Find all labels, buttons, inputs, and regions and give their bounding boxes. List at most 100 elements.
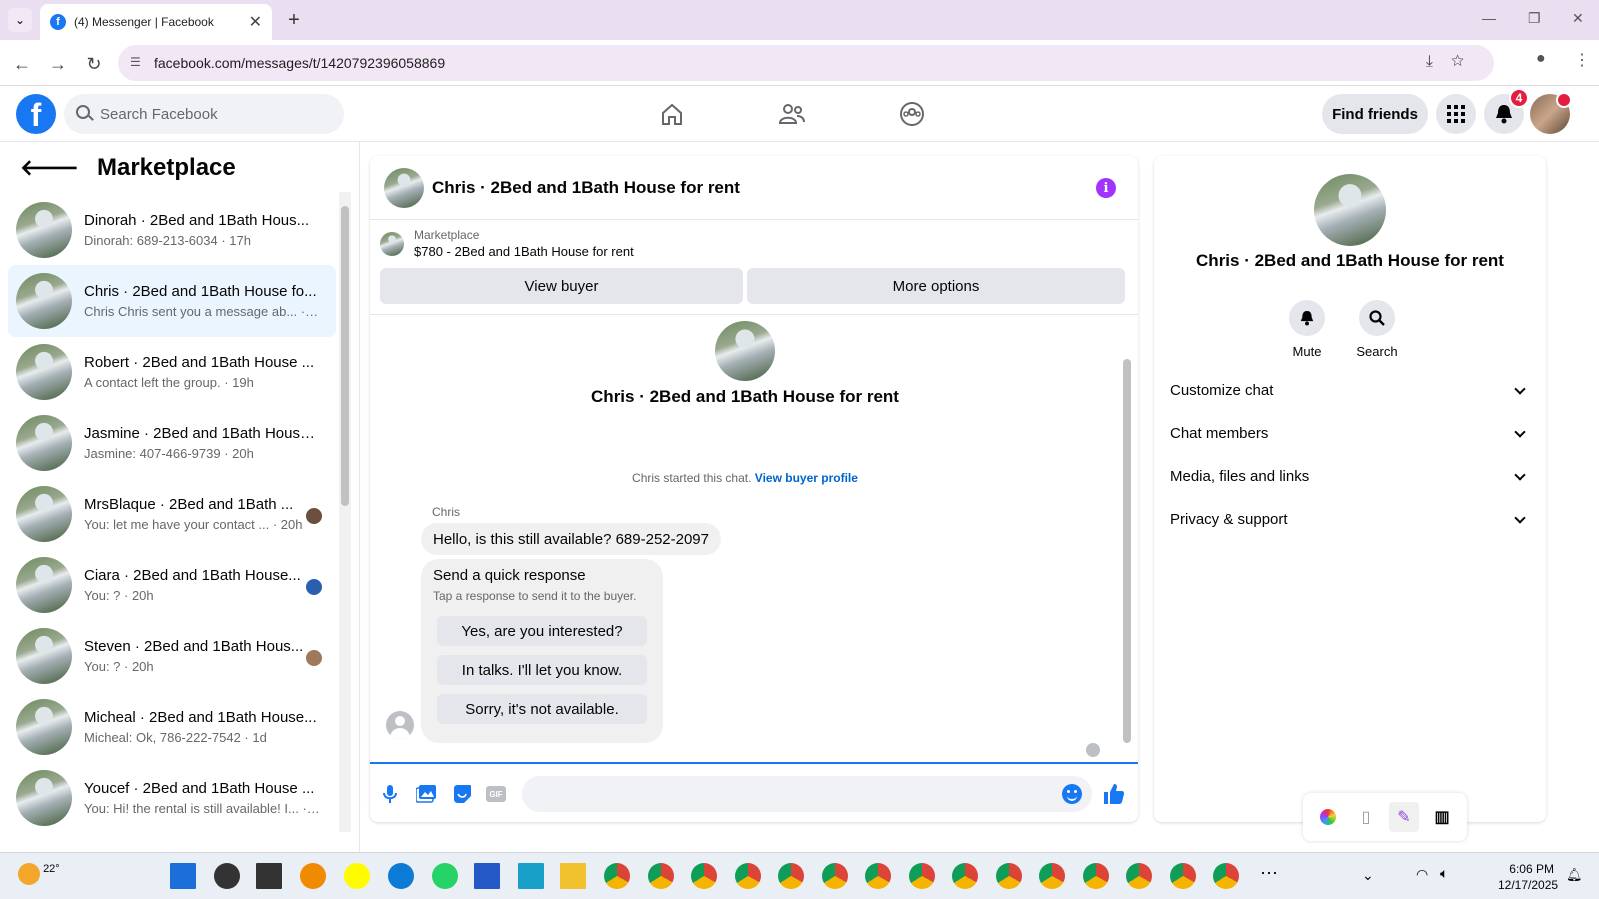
chrome-icon[interactable] xyxy=(952,863,978,889)
whatsapp-icon[interactable] xyxy=(432,863,458,889)
vlc-icon[interactable] xyxy=(300,863,326,889)
minimize-icon[interactable]: — xyxy=(1482,10,1496,26)
photo-icon[interactable] xyxy=(414,782,438,806)
forward-icon[interactable]: → xyxy=(46,52,70,76)
chrome-icon[interactable] xyxy=(1213,863,1239,889)
friends-icon[interactable] xyxy=(776,98,808,130)
quick-response-subtitle: Tap a response to send it to the buyer. xyxy=(433,589,637,603)
search-chat-button[interactable]: Search xyxy=(1342,300,1412,359)
snapchat-icon[interactable] xyxy=(344,863,370,889)
pen-icon[interactable]: ✎ xyxy=(1389,802,1419,832)
quick-reply-button[interactable]: In talks. I'll let you know. xyxy=(437,655,647,685)
file-explorer-icon[interactable] xyxy=(560,863,586,889)
chrome-icon[interactable] xyxy=(734,863,761,889)
conversation-item[interactable]: Ciara · 2Bed and 1Bath House... You: ? · … xyxy=(8,549,336,621)
home-icon[interactable] xyxy=(656,98,688,130)
facebook-logo-icon[interactable]: f xyxy=(16,94,56,134)
view-buyer-button[interactable]: View buyer xyxy=(380,268,743,304)
store-icon[interactable] xyxy=(474,863,500,889)
restore-icon[interactable]: ❐ xyxy=(1528,10,1541,27)
volume-icon[interactable]: 🔈︎ xyxy=(1440,865,1448,882)
thumbs-up-icon[interactable] xyxy=(1102,782,1126,806)
chat-members-section[interactable]: Chat members xyxy=(1170,425,1530,442)
back-arrow-icon[interactable]: 🡐 xyxy=(20,155,79,181)
kebab-menu-icon[interactable]: ⋮ xyxy=(1574,50,1590,70)
find-friends-button[interactable]: Find friends xyxy=(1322,94,1428,134)
chrome-icon[interactable] xyxy=(995,863,1022,889)
conversation-item[interactable]: Chris · 2Bed and 1Bath House fo... Chris … xyxy=(8,265,336,337)
chrome-icon[interactable] xyxy=(691,863,717,889)
more-apps-icon[interactable]: ⋯ xyxy=(1256,863,1282,889)
back-icon[interactable]: ← xyxy=(10,52,34,76)
system-clock[interactable]: 6:06 PM 12/17/2025 xyxy=(1498,861,1558,893)
site-info-icon[interactable]: ☰ xyxy=(130,55,141,69)
conversation-item[interactable]: Micheal · 2Bed and 1Bath House... Micheal… xyxy=(8,691,336,763)
emoji-icon[interactable] xyxy=(1062,784,1082,804)
bookmark-star-icon[interactable]: ☆ xyxy=(1451,53,1482,70)
task-view-icon[interactable] xyxy=(256,863,282,889)
chrome-icon[interactable] xyxy=(1126,863,1152,889)
chrome-icon[interactable] xyxy=(821,863,848,889)
message-input[interactable] xyxy=(522,776,1092,812)
customize-chat-section[interactable]: Customize chat xyxy=(1170,382,1530,399)
install-icon[interactable]: ⤓ xyxy=(1426,53,1451,70)
search-icon[interactable] xyxy=(214,863,240,889)
gif-icon[interactable]: GIF xyxy=(484,782,508,806)
view-buyer-profile-link[interactable]: View buyer profile xyxy=(755,471,858,485)
notification-center-icon[interactable]: 🔔︎ xyxy=(1566,867,1583,883)
color-wheel-icon[interactable] xyxy=(1313,802,1343,832)
page-scrollbar[interactable] xyxy=(1585,142,1599,852)
message-bubble[interactable]: Hello, is this still available? 689-252-… xyxy=(421,523,721,555)
clipboard-icon[interactable]: ▯ xyxy=(1351,802,1381,832)
conversation-item[interactable]: Dinorah · 2Bed and 1Bath Hous... Dinorah:… xyxy=(8,194,336,266)
chart-icon[interactable]: ▥ xyxy=(1427,802,1457,832)
url-field[interactable]: ☰ facebook.com/messages/t/14207923960588… xyxy=(118,45,1494,81)
chrome-icon[interactable] xyxy=(778,863,804,889)
chrome-icon[interactable] xyxy=(1082,863,1109,889)
browser-tab[interactable]: f (4) Messenger | Facebook ✕ xyxy=(40,4,272,40)
media-files-links-section[interactable]: Media, files and links xyxy=(1170,468,1530,485)
menu-grid-icon[interactable] xyxy=(1436,94,1476,134)
tab-search-button[interactable]: ⌄ xyxy=(8,8,32,32)
more-options-button[interactable]: More options xyxy=(747,268,1125,304)
conversation-item[interactable]: Jasmine · 2Bed and 1Bath House... Jasmine… xyxy=(8,407,336,479)
edge-icon[interactable] xyxy=(388,863,414,889)
search-input[interactable]: Search Facebook xyxy=(64,94,344,134)
wifi-icon[interactable]: ◠ xyxy=(1416,866,1428,883)
chrome-icon[interactable] xyxy=(1169,863,1196,889)
conversation-item[interactable]: Robert · 2Bed and 1Bath House ... A conta… xyxy=(8,336,336,408)
chat-title[interactable]: Chris · 2Bed and 1Bath House for rent xyxy=(432,178,740,198)
groups-icon[interactable] xyxy=(896,98,928,130)
account-avatar[interactable] xyxy=(1530,92,1572,134)
mute-button[interactable]: Mute xyxy=(1272,300,1342,359)
reload-icon[interactable]: ↻ xyxy=(82,52,106,76)
start-icon[interactable] xyxy=(170,863,196,889)
sidebar-scrollbar[interactable] xyxy=(339,192,351,832)
new-tab-button[interactable]: + xyxy=(282,8,306,32)
quick-reply-button[interactable]: Sorry, it's not available. xyxy=(437,694,647,724)
conversation-item[interactable]: Youcef · 2Bed and 1Bath House ... You: Hi… xyxy=(8,762,336,834)
listing-summary[interactable]: Marketplace $780 - 2Bed and 1Bath House … xyxy=(380,228,634,259)
app-icon[interactable] xyxy=(518,863,544,889)
microphone-icon[interactable] xyxy=(378,782,402,806)
chrome-icon[interactable] xyxy=(604,863,630,889)
thread-scrollbar[interactable] xyxy=(1120,315,1134,761)
info-icon[interactable]: i xyxy=(1096,178,1116,198)
search-chat-label: Search xyxy=(1356,344,1398,359)
chrome-icon[interactable] xyxy=(647,863,674,889)
privacy-support-section[interactable]: Privacy & support xyxy=(1170,511,1530,528)
weather-widget[interactable]: 22° xyxy=(18,863,60,885)
chat-listing-thumbnail[interactable] xyxy=(384,167,424,208)
participant-mini-avatar xyxy=(306,508,322,524)
conversation-item[interactable]: MrsBlaque · 2Bed and 1Bath ... You: let m… xyxy=(8,478,336,550)
profile-icon[interactable]: ● xyxy=(1536,50,1546,68)
chrome-icon[interactable] xyxy=(1039,863,1065,889)
conversation-item[interactable]: Steven · 2Bed and 1Bath Hous... You: ? · … xyxy=(8,620,336,692)
tray-overflow-icon[interactable]: ⌄ xyxy=(1362,867,1374,884)
sticker-icon[interactable] xyxy=(450,782,474,806)
chrome-icon[interactable] xyxy=(865,863,891,889)
close-tab-icon[interactable]: ✕ xyxy=(249,12,262,32)
close-window-icon[interactable]: ✕ xyxy=(1572,10,1584,27)
chrome-icon[interactable] xyxy=(908,863,935,889)
quick-reply-button[interactable]: Yes, are you interested? xyxy=(437,616,647,646)
